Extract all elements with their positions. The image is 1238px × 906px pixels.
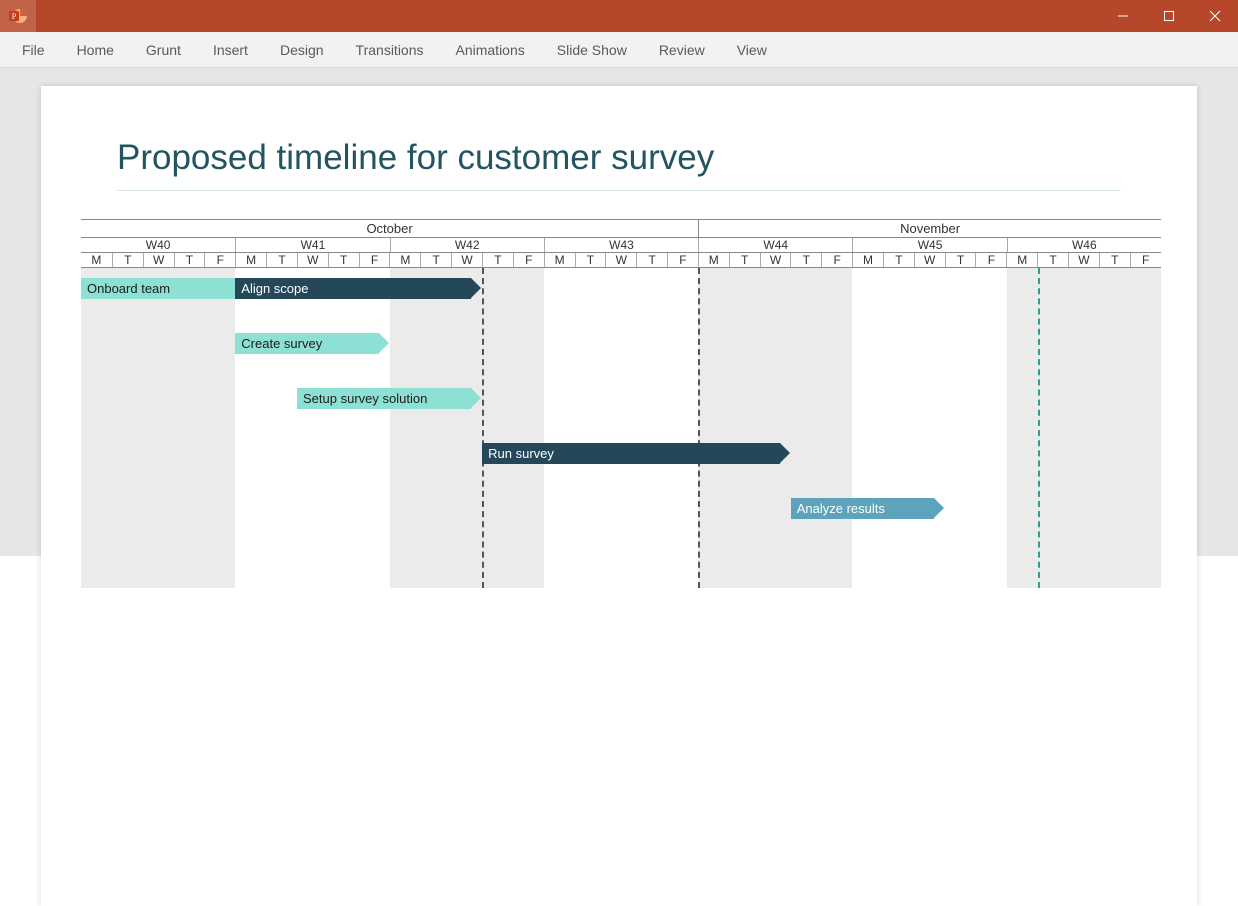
gantt-shaded-column — [81, 268, 235, 588]
gantt-marker-line — [698, 268, 700, 588]
ribbon-tab-transitions[interactable]: Transitions — [340, 32, 440, 67]
gantt-day-label: T — [1099, 253, 1130, 267]
gantt-day-label: F — [975, 253, 1006, 267]
title-bar: P — [0, 0, 1238, 32]
gantt-day-label: M — [852, 253, 883, 267]
gantt-week-label: W41 — [235, 238, 389, 252]
gantt-day-label: T — [112, 253, 143, 267]
gantt-task-bar[interactable]: Align scope — [235, 278, 471, 299]
slide[interactable]: Proposed timeline for customer survey Oc… — [41, 86, 1197, 906]
gantt-chart[interactable]: OctoberNovember W40W41W42W43W44W45W46 MT… — [81, 219, 1161, 588]
gantt-day-label: M — [544, 253, 575, 267]
gantt-day-label: W — [914, 253, 945, 267]
gantt-day-label: W — [1068, 253, 1099, 267]
minimize-button[interactable] — [1100, 0, 1146, 32]
gantt-day-label: T — [790, 253, 821, 267]
gantt-day-label: F — [513, 253, 544, 267]
gantt-month-label: November — [698, 220, 1161, 237]
slide-canvas-area[interactable]: Proposed timeline for customer survey Oc… — [0, 68, 1238, 556]
gantt-shaded-column — [1007, 268, 1161, 588]
ribbon-tabs: File Home Grunt Insert Design Transition… — [0, 32, 1238, 68]
gantt-day-label: T — [575, 253, 606, 267]
gantt-day-label: T — [328, 253, 359, 267]
gantt-day-label: F — [667, 253, 698, 267]
slide-title[interactable]: Proposed timeline for customer survey — [117, 138, 1121, 191]
gantt-day-row: MTWTFMTWTFMTWTFMTWTFMTWTFMTWTFMTWTF — [81, 253, 1161, 268]
ribbon-tab-grunt[interactable]: Grunt — [130, 32, 197, 67]
gantt-day-label: F — [204, 253, 235, 267]
gantt-month-row: OctoberNovember — [81, 220, 1161, 238]
ribbon-tab-slideshow[interactable]: Slide Show — [541, 32, 643, 67]
gantt-day-label: F — [359, 253, 390, 267]
gantt-day-label: W — [143, 253, 174, 267]
window-controls — [1100, 0, 1238, 32]
gantt-week-label: W42 — [390, 238, 544, 252]
maximize-button[interactable] — [1146, 0, 1192, 32]
gantt-task-bar[interactable]: Setup survey solution — [297, 388, 471, 409]
close-button[interactable] — [1192, 0, 1238, 32]
gantt-day-label: M — [389, 253, 420, 267]
ribbon-tab-insert[interactable]: Insert — [197, 32, 264, 67]
gantt-day-label: W — [760, 253, 791, 267]
app-icon: P — [0, 0, 36, 32]
gantt-day-label: T — [482, 253, 513, 267]
gantt-task-bar[interactable]: Create survey — [235, 333, 378, 354]
gantt-day-label: M — [1006, 253, 1037, 267]
ribbon-tab-review[interactable]: Review — [643, 32, 721, 67]
powerpoint-icon: P — [9, 7, 27, 25]
gantt-day-label: T — [266, 253, 297, 267]
gantt-marker-line — [1038, 268, 1040, 588]
gantt-day-label: T — [945, 253, 976, 267]
gantt-task-bar[interactable]: Onboard team — [81, 278, 235, 299]
gantt-day-label: M — [698, 253, 729, 267]
title-bar-left: P — [0, 0, 36, 32]
gantt-week-label: W45 — [852, 238, 1006, 252]
gantt-shaded-column — [390, 268, 544, 588]
ribbon-tab-file[interactable]: File — [6, 32, 61, 67]
gantt-week-label: W40 — [81, 238, 235, 252]
gantt-day-label: W — [451, 253, 482, 267]
gantt-task-bar[interactable]: Analyze results — [791, 498, 934, 519]
svg-text:P: P — [12, 12, 17, 21]
gantt-shaded-column — [698, 268, 852, 588]
gantt-day-label: T — [729, 253, 760, 267]
gantt-week-row: W40W41W42W43W44W45W46 — [81, 238, 1161, 253]
ribbon-tab-design[interactable]: Design — [264, 32, 340, 67]
gantt-day-label: T — [1037, 253, 1068, 267]
gantt-task-bar[interactable]: Run survey — [482, 443, 780, 464]
gantt-day-label: F — [821, 253, 852, 267]
gantt-day-label: T — [636, 253, 667, 267]
ribbon-tab-view[interactable]: View — [721, 32, 783, 67]
gantt-header: OctoberNovember W40W41W42W43W44W45W46 MT… — [81, 219, 1161, 268]
gantt-day-label: F — [1130, 253, 1161, 267]
gantt-body: Onboard teamAlign scope Create survey Setu… — [81, 268, 1161, 588]
gantt-month-label: October — [81, 220, 698, 237]
ribbon-tab-home[interactable]: Home — [61, 32, 130, 67]
gantt-day-label: T — [420, 253, 451, 267]
gantt-day-label: W — [297, 253, 328, 267]
gantt-day-label: M — [235, 253, 266, 267]
ribbon-tab-animations[interactable]: Animations — [440, 32, 541, 67]
gantt-day-label: T — [883, 253, 914, 267]
gantt-day-label: T — [174, 253, 205, 267]
gantt-week-label: W46 — [1007, 238, 1161, 252]
gantt-day-label: W — [605, 253, 636, 267]
gantt-marker-line — [482, 268, 484, 588]
gantt-week-label: W43 — [544, 238, 698, 252]
gantt-day-label: M — [81, 253, 112, 267]
gantt-week-label: W44 — [698, 238, 852, 252]
